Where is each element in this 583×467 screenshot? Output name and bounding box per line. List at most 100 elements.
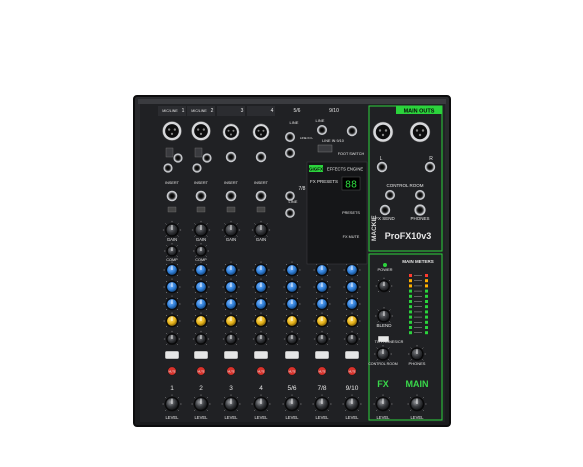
comp-label: COMP [166, 258, 178, 262]
main-out-xlr-r-pin [418, 133, 422, 137]
meter-led-r [425, 300, 428, 303]
gain-label: GAIN [256, 237, 266, 242]
main-outs-label: MAIN OUTS [404, 109, 435, 115]
meter-led-r [425, 289, 428, 293]
line-input-jack-4[interactable] [255, 151, 267, 163]
insert-jack-3[interactable] [225, 190, 237, 202]
level-label: LEVEL [224, 415, 238, 420]
line-in-r-7-8[interactable] [285, 208, 295, 218]
combo-input-jack-2-face [194, 124, 208, 138]
line-in-r-7-8-hole [286, 209, 294, 217]
mute-label: MUTE [167, 354, 178, 358]
main-meters-label: MAIN METERS [402, 259, 434, 264]
insert-label: INSERT [194, 181, 209, 185]
line-in-l-5-6[interactable] [285, 132, 295, 142]
meter-led-r [425, 310, 428, 314]
low-cut-switch[interactable] [256, 206, 266, 213]
top-channel-number: 3 [241, 108, 244, 114]
foot-switch-jack[interactable] [346, 125, 358, 137]
line-jack-hole [174, 154, 182, 162]
channel-number-7/8: 7/8 [317, 385, 326, 392]
meter-scale-mark [414, 301, 422, 302]
mic-line-label: MIC/LINE [191, 109, 207, 113]
insert-jack-1[interactable] [166, 190, 178, 202]
meter-scale-mark [414, 285, 422, 287]
line-in-l-5-6-hole [286, 133, 294, 141]
mic-line-label: MIC/LINE [162, 109, 178, 113]
meter-led-r [425, 320, 428, 324]
mic-input-jack-3[interactable] [222, 123, 240, 141]
combo-input-jack-1-pin [170, 132, 174, 135]
mute-button-label: MUTE [168, 370, 176, 374]
power-label: POWER [377, 267, 392, 272]
main-out-trs-r[interactable] [424, 161, 436, 173]
top-channel-number: 4 [271, 108, 274, 114]
low-cut-switch[interactable] [226, 206, 236, 213]
channel-number-2: 2 [199, 385, 203, 392]
gain-label: GAIN [167, 237, 177, 242]
control-room-out-l[interactable] [385, 190, 395, 200]
line-in-l-9-10[interactable] [317, 125, 327, 135]
line-jack[interactable] [173, 153, 183, 163]
gain-label: GAIN [226, 237, 236, 242]
phones-jack[interactable] [414, 204, 426, 216]
top-channel-number: 9/10 [329, 108, 339, 114]
hi-z-switch[interactable] [194, 147, 203, 158]
meter-led-l [409, 320, 412, 324]
line-label: LINE [290, 120, 299, 125]
mixer-stage: MAIN OUTS MIC/LINE 1 INSERT GAIN COMP MIC/LIN… [133, 95, 451, 427]
effects-brand: GIGFX [309, 167, 323, 172]
fx-send-jack[interactable] [379, 204, 391, 216]
level-label: LEVEL [254, 415, 268, 420]
channel-number-3: 3 [229, 385, 233, 392]
mic-input-jack-4[interactable] [252, 123, 270, 141]
control-room-out-r-hole [416, 191, 424, 199]
insert-jack[interactable] [163, 163, 173, 173]
line-label: LINE [289, 199, 298, 204]
meter-led-r [425, 279, 428, 283]
mic-input-jack-3-face [225, 126, 237, 138]
top-channel-number: 2 [211, 108, 214, 114]
low-cut-switch[interactable] [196, 206, 206, 213]
insert-jack[interactable] [192, 163, 202, 173]
insert-label: INSERT [254, 181, 269, 185]
main-out-xlr-l-pin [384, 129, 388, 132]
line-input-jack-3-hole [227, 153, 235, 161]
combo-input-jack-2-pin [202, 128, 205, 131]
l-label: L [380, 156, 383, 162]
mute-button-label: MUTE [197, 370, 205, 374]
mic-input-jack-3-pin [232, 129, 235, 132]
channel-number-4: 4 [259, 385, 263, 392]
level-label: LEVEL [315, 415, 329, 420]
main-out-xlr-r[interactable] [409, 121, 431, 143]
control-room-out-r[interactable] [415, 190, 425, 200]
combo-input-jack-2[interactable] [191, 121, 211, 141]
phones-jack-hole [415, 205, 425, 215]
line-jack[interactable] [202, 153, 212, 163]
effects-engine-label: EFFECTS ENGINE [327, 167, 364, 172]
fx-send-jack-hole [381, 206, 389, 214]
gain-label: GAIN [196, 237, 206, 242]
combo-input-jack-1[interactable] [162, 121, 182, 141]
mic-input-jack-3-pin [230, 133, 232, 136]
insert-jack-2[interactable] [195, 190, 207, 202]
main-out-xlr-l-pin [381, 133, 385, 137]
fx-presets-label: FX PRESETS [310, 179, 338, 184]
low-cut-switch[interactable] [167, 206, 177, 213]
insert-jack-4[interactable] [255, 190, 267, 202]
insert-jack-2-hole [197, 192, 205, 200]
level-label: LEVEL [165, 415, 179, 420]
meter-scale-mark [414, 296, 422, 297]
meter-scale-mark [414, 316, 422, 318]
line-in-switch[interactable] [317, 144, 333, 153]
meter-led-l [409, 326, 412, 329]
line-in-r-5-6[interactable] [285, 148, 295, 158]
hi-z-switch[interactable] [165, 147, 174, 158]
main-out-trs-l[interactable] [376, 161, 388, 173]
meter-scale-mark [414, 322, 422, 323]
insert-jack-hole [164, 164, 172, 172]
line-input-jack-3[interactable] [225, 151, 237, 163]
main-out-xlr-r-pin [421, 129, 425, 132]
control-room-label: CONTROL ROOM [386, 183, 423, 188]
main-out-xlr-l[interactable] [372, 121, 394, 143]
